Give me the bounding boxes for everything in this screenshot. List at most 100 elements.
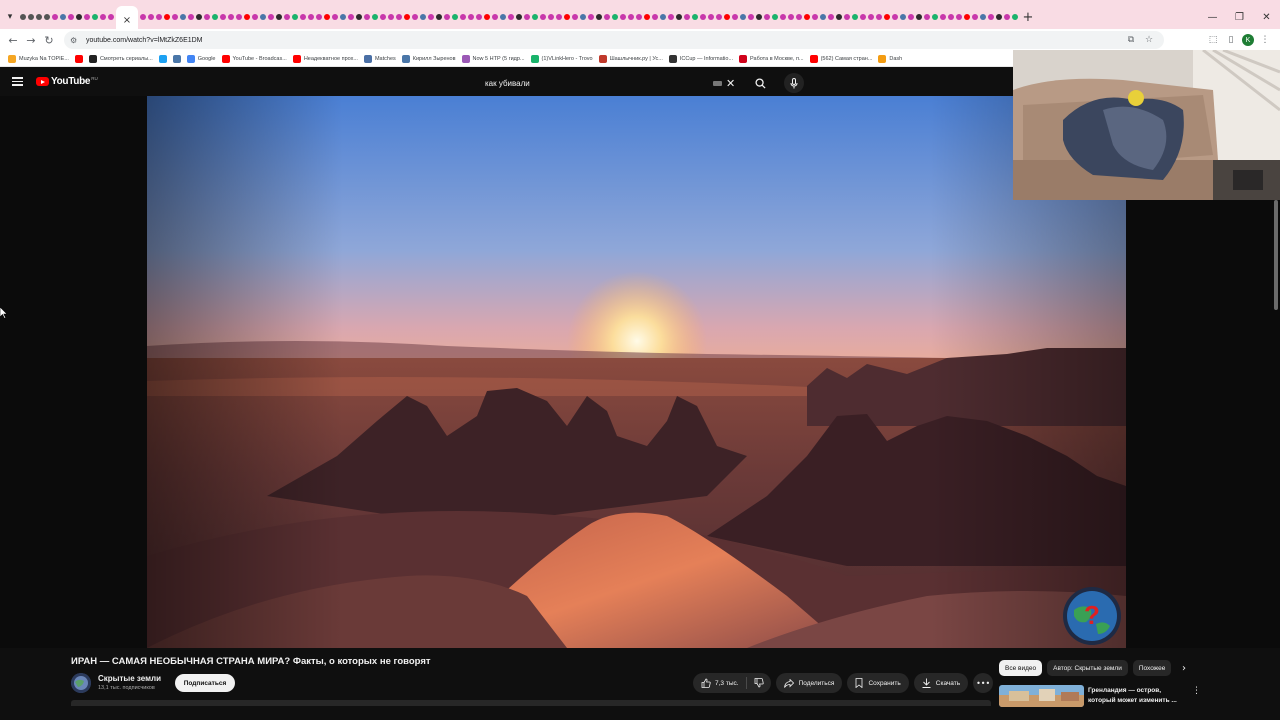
- browser-tab[interactable]: [500, 14, 506, 20]
- extensions-icon[interactable]: ⬚: [1206, 33, 1220, 47]
- browser-tab[interactable]: [876, 14, 882, 20]
- browser-tab[interactable]: [892, 14, 898, 20]
- browser-tab[interactable]: [620, 14, 626, 20]
- bookmark-item[interactable]: Dash: [878, 54, 902, 63]
- browser-tab[interactable]: [76, 14, 82, 20]
- browser-tab[interactable]: [268, 14, 274, 20]
- browser-tab[interactable]: [196, 14, 202, 20]
- browser-tab[interactable]: [564, 14, 570, 20]
- like-button[interactable]: 7,3 тыс.: [693, 673, 746, 693]
- bookmark-item[interactable]: [74, 54, 83, 63]
- browser-tab[interactable]: [364, 14, 370, 20]
- browser-tab[interactable]: [636, 14, 642, 20]
- browser-tab[interactable]: [100, 14, 106, 20]
- browser-tab[interactable]: [828, 14, 834, 20]
- browser-tab[interactable]: [596, 14, 602, 20]
- browser-tab[interactable]: [948, 14, 954, 20]
- browser-tab[interactable]: [660, 14, 666, 20]
- browser-tab[interactable]: [916, 14, 922, 20]
- browser-tab[interactable]: [740, 14, 746, 20]
- chips-next-arrow-icon[interactable]: ›: [1182, 663, 1186, 674]
- browser-tab[interactable]: [788, 14, 794, 20]
- browser-tab[interactable]: [924, 14, 930, 20]
- browser-tab[interactable]: [812, 14, 818, 20]
- bookmark-item[interactable]: Matches: [363, 54, 396, 63]
- browser-tab[interactable]: [412, 14, 418, 20]
- forward-button[interactable]: →: [22, 29, 40, 51]
- browser-tab[interactable]: [844, 14, 850, 20]
- browser-tab[interactable]: [604, 14, 610, 20]
- bookmark-item[interactable]: [172, 54, 181, 63]
- channel-avatar[interactable]: [71, 673, 91, 693]
- back-button[interactable]: ←: [4, 29, 22, 51]
- channel-name[interactable]: Скрытые земли: [98, 674, 161, 683]
- bookmark-item[interactable]: Google: [186, 54, 216, 63]
- recommended-video-menu-icon[interactable]: ⋮: [1192, 686, 1201, 696]
- bookmark-item[interactable]: (562) Самая стран...: [809, 54, 872, 63]
- page-scrollbar[interactable]: [1274, 200, 1278, 310]
- guide-menu-icon[interactable]: [12, 77, 23, 86]
- browser-tab[interactable]: [164, 14, 170, 20]
- filter-chip[interactable]: Все видео: [999, 660, 1043, 676]
- browser-tab[interactable]: [276, 14, 282, 20]
- browser-tab[interactable]: [764, 14, 770, 20]
- share-button[interactable]: Поделиться: [775, 673, 843, 693]
- browser-tab[interactable]: [324, 14, 330, 20]
- more-actions-button[interactable]: •••: [973, 673, 994, 693]
- site-info-icon[interactable]: ⚙: [70, 36, 82, 45]
- download-button[interactable]: Скачать: [913, 673, 969, 693]
- browser-tab[interactable]: [460, 14, 466, 20]
- browser-tab[interactable]: [732, 14, 738, 20]
- browser-tab[interactable]: [820, 14, 826, 20]
- bookmark-item[interactable]: Неадекватное прох...: [292, 54, 358, 63]
- browser-tab[interactable]: [212, 14, 218, 20]
- browser-tab[interactable]: [1012, 14, 1018, 20]
- browser-tab[interactable]: [692, 14, 698, 20]
- save-button[interactable]: Сохранить: [847, 673, 909, 693]
- browser-tab[interactable]: [644, 14, 650, 20]
- bookmark-item[interactable]: ICCup — Informatio...: [668, 54, 733, 63]
- browser-tab[interactable]: [156, 14, 162, 20]
- browser-menu-icon[interactable]: ⋮: [1258, 33, 1272, 47]
- browser-tab[interactable]: [724, 14, 730, 20]
- browser-tab[interactable]: [988, 14, 994, 20]
- browser-tab[interactable]: [932, 14, 938, 20]
- profile-avatar[interactable]: K: [1242, 34, 1254, 46]
- youtube-logo[interactable]: YouTube RU: [36, 76, 98, 87]
- browser-tab[interactable]: [228, 14, 234, 20]
- browser-tab[interactable]: [572, 14, 578, 20]
- browser-tab[interactable]: [556, 14, 562, 20]
- browser-tab[interactable]: [628, 14, 634, 20]
- reload-button[interactable]: ↻: [40, 29, 58, 51]
- browser-tab[interactable]: [436, 14, 442, 20]
- browser-tab[interactable]: [756, 14, 762, 20]
- browser-tab[interactable]: [796, 14, 802, 20]
- keyboard-icon[interactable]: [713, 80, 722, 86]
- browser-tab[interactable]: [388, 14, 394, 20]
- install-app-icon[interactable]: ⧉: [1124, 33, 1138, 47]
- filter-chip[interactable]: Автор: Скрытые земли: [1047, 660, 1128, 676]
- browser-tab[interactable]: [236, 14, 242, 20]
- browser-tab[interactable]: [524, 14, 530, 20]
- browser-tab[interactable]: [284, 14, 290, 20]
- browser-tab[interactable]: [308, 14, 314, 20]
- search-input[interactable]: [478, 73, 708, 93]
- url-text[interactable]: youtube.com/watch?v=lMtZkZ6E1DM: [86, 37, 203, 44]
- browser-tab[interactable]: [244, 14, 250, 20]
- browser-tab[interactable]: [452, 14, 458, 20]
- browser-tab[interactable]: [348, 14, 354, 20]
- browser-tab[interactable]: [668, 14, 674, 20]
- filter-chip[interactable]: Похожее: [1132, 660, 1172, 676]
- browser-tab[interactable]: [940, 14, 946, 20]
- browser-tab[interactable]: [908, 14, 914, 20]
- browser-tab[interactable]: [380, 14, 386, 20]
- voice-search-button[interactable]: [784, 73, 804, 93]
- browser-tab[interactable]: [52, 14, 58, 20]
- browser-tab[interactable]: [980, 14, 986, 20]
- browser-tab[interactable]: [108, 14, 114, 20]
- browser-tab[interactable]: [356, 14, 362, 20]
- browser-tab[interactable]: [420, 14, 426, 20]
- browser-tab[interactable]: [748, 14, 754, 20]
- bookmark-item[interactable]: Muzyka Na TOPIE...: [8, 54, 69, 63]
- browser-tab[interactable]: [332, 14, 338, 20]
